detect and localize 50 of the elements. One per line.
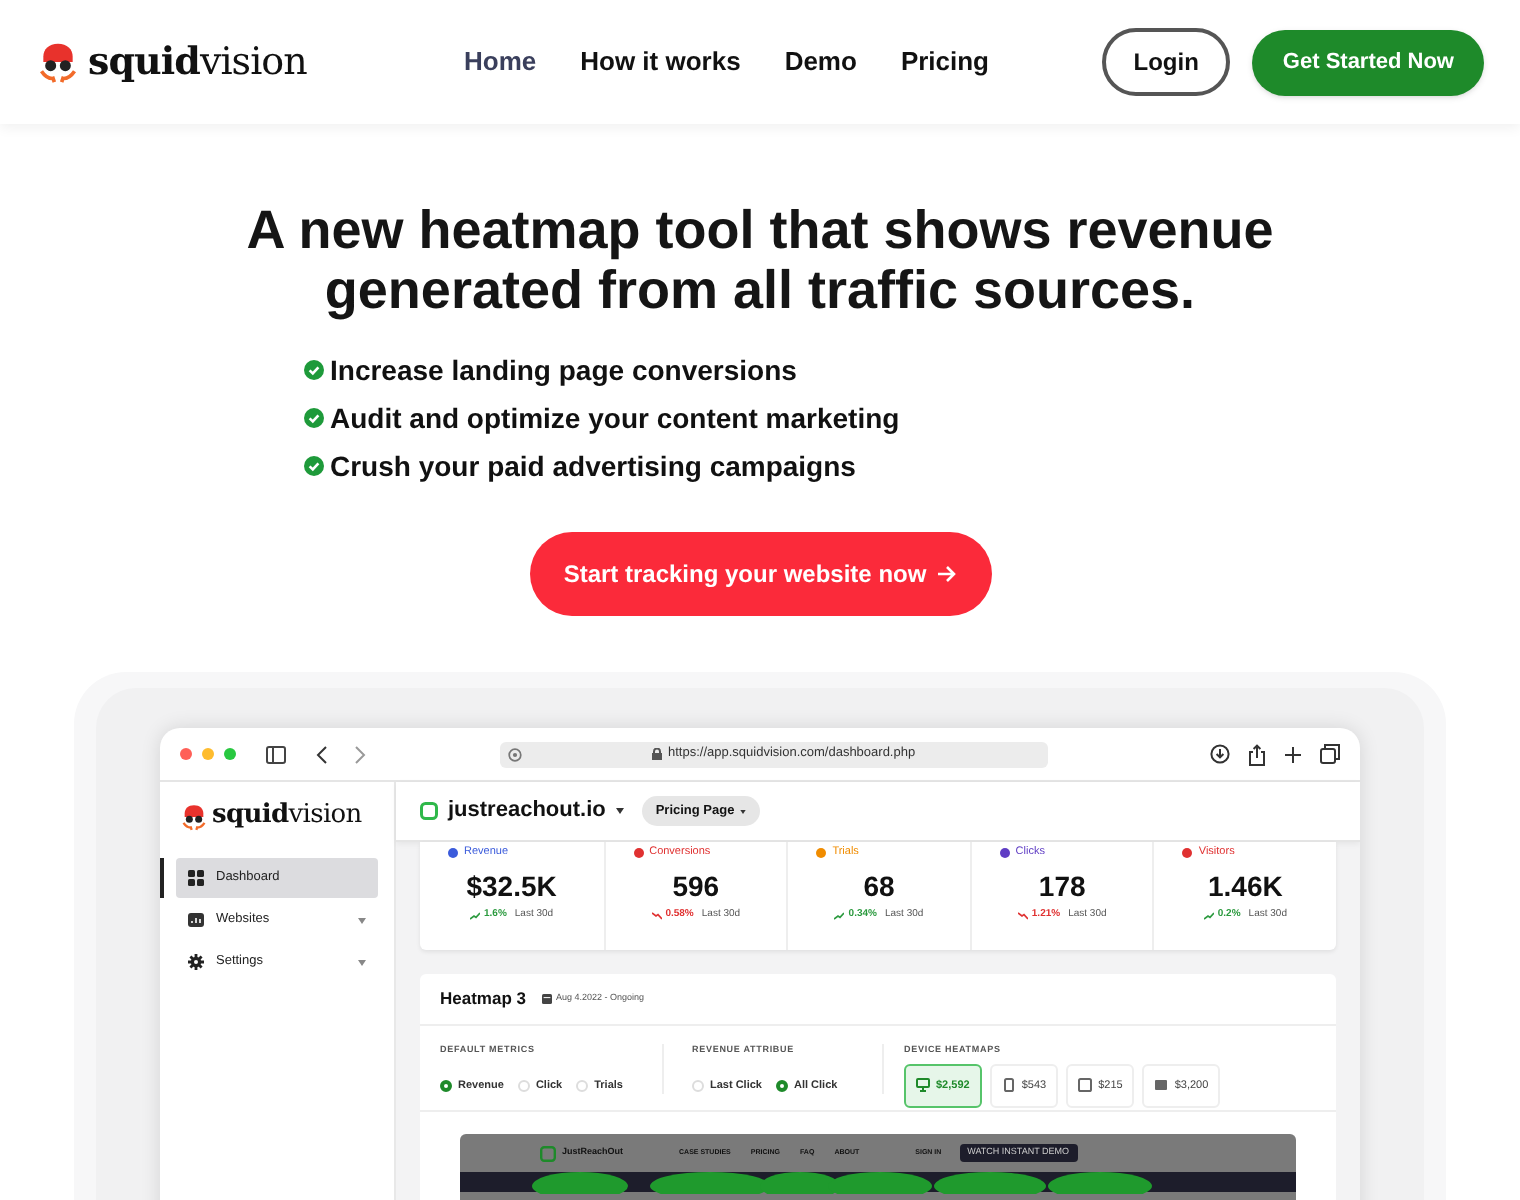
tabs-icon	[1320, 744, 1340, 764]
calendar-icon	[542, 994, 552, 1004]
grid-icon	[188, 870, 204, 886]
plus-icon	[1284, 745, 1302, 763]
metric-value: $32.5K	[466, 870, 557, 902]
window-dot-icon	[180, 748, 192, 760]
download-icon	[1210, 744, 1230, 764]
metric-value: 68	[863, 870, 895, 902]
lock-icon	[652, 748, 662, 760]
window-dot-icon	[202, 748, 214, 760]
metric-value: 178	[1038, 870, 1086, 902]
nav-link[interactable]: Pricing	[900, 42, 990, 82]
back-icon	[316, 745, 328, 763]
benefit-text: Audit and optimize your content marketing	[330, 399, 900, 438]
check-circle-icon	[304, 360, 324, 380]
nav-link[interactable]: Home	[464, 42, 537, 82]
check-circle-icon	[304, 408, 324, 428]
brand-logo[interactable]: squidvision	[88, 33, 307, 91]
login-button[interactable]: Login	[1101, 28, 1231, 96]
screen-icon	[1154, 1078, 1169, 1093]
heatmap-title: Heatmap 3	[440, 986, 526, 1012]
chart-icon	[188, 912, 204, 928]
app-logo[interactable]: squidvision	[212, 796, 362, 836]
arrow-right-icon	[936, 564, 957, 584]
benefit-text: Crush your paid advertising campaigns	[330, 447, 856, 486]
site-settings-icon	[508, 747, 522, 761]
hero-heading: A new heatmap tool that shows revenue generated from all traffic sources.	[244, 200, 1276, 320]
forward-icon	[354, 745, 366, 763]
site-square-icon	[420, 802, 438, 820]
tablet-icon	[1078, 1078, 1093, 1093]
sidebar-toggle-icon	[266, 745, 286, 763]
start-tracking-button[interactable]: Start tracking your website now	[529, 532, 991, 616]
get-started-button[interactable]: Get Started Now	[1252, 29, 1484, 95]
settings-icon	[188, 954, 204, 970]
squid-logo-icon	[180, 801, 208, 831]
squid-logo-icon	[36, 38, 80, 86]
desktop-icon	[916, 1078, 930, 1093]
window-dot-icon	[224, 748, 236, 760]
benefit-text: Increase landing page conversions	[330, 351, 797, 390]
metric-value: 596	[672, 870, 720, 902]
site-name[interactable]: justreachout.io	[448, 794, 606, 828]
metric-value: 1.46K	[1208, 870, 1283, 902]
square-logo-icon	[540, 1145, 556, 1161]
share-icon	[1248, 743, 1266, 765]
caret-icon	[615, 808, 624, 814]
nav-link[interactable]: How it works	[580, 42, 741, 82]
nav-link[interactable]: Demo	[784, 42, 857, 82]
phone-icon	[1001, 1078, 1016, 1093]
caret-icon	[740, 809, 747, 813]
check-circle-icon	[304, 456, 324, 476]
